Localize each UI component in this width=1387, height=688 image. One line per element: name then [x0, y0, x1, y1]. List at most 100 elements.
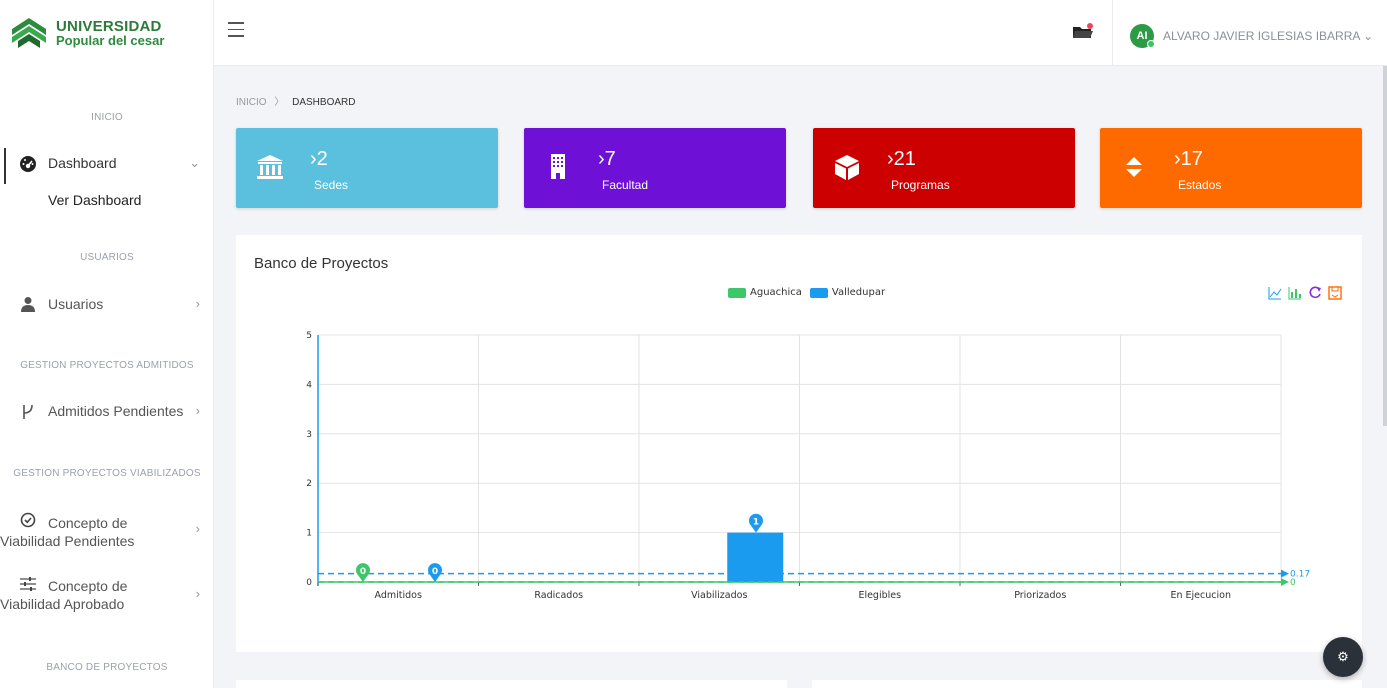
data-marker-label: 0 — [360, 567, 366, 577]
chevron-right-icon: › — [195, 521, 200, 536]
bar-chart-icon[interactable] — [1288, 286, 1302, 300]
data-marker — [428, 563, 442, 582]
average-label: 0 — [1290, 578, 1296, 588]
x-tick-label: Viabilizados — [691, 590, 747, 601]
stat-card-sedes[interactable]: ›2 Sedes — [236, 128, 498, 208]
sidebar: UNIVERSIDAD Popular del cesar INICIO Das… — [0, 0, 214, 688]
settings-fab[interactable]: ⚙ — [1323, 637, 1363, 677]
refresh-icon[interactable] — [1308, 286, 1322, 300]
chevron-right-icon: › — [195, 296, 200, 311]
lower-panel-left — [236, 680, 787, 688]
chevron-right-icon: › — [195, 403, 200, 418]
legend-swatch — [809, 287, 828, 298]
topbar-divider — [1112, 0, 1113, 66]
sidebar-item-label-line2: Viabilidad Aprobado — [0, 596, 125, 612]
building-icon — [551, 154, 565, 179]
chevron-down-icon: ⌄ — [189, 155, 200, 170]
branch-icon — [18, 403, 38, 421]
y-tick-label: 3 — [306, 430, 312, 440]
section-label-admitidos: GESTION PROYECTOS ADMITIDOS — [20, 360, 194, 371]
check-circle-icon — [18, 512, 38, 528]
chart-toolbox — [1268, 286, 1342, 300]
breadcrumb-separator-icon: 〉 — [274, 97, 285, 108]
stat-value: ›2 — [310, 148, 328, 170]
brand-subtitle: Popular del cesar — [56, 33, 165, 48]
legend-label: Valledupar — [831, 287, 886, 298]
sidebar-item-label-line2: Viabilidad Pendientes — [0, 533, 135, 549]
section-label-usuarios: USUARIOS — [80, 252, 134, 263]
legend-swatch — [728, 287, 746, 298]
user-menu[interactable]: ALVARO JAVIER IGLESIAS IBARRA ⌄ — [1163, 29, 1373, 43]
sidebar-item-label: Admitidos Pendientes — [48, 403, 184, 419]
brand-logo[interactable]: UNIVERSIDAD Popular del cesar — [0, 0, 213, 66]
x-tick-label: En Ejecucion — [1171, 590, 1231, 601]
chart-panel: Banco de Proyectos Aguachica Valledupar … — [236, 235, 1362, 652]
legend-label: Aguachica — [750, 287, 802, 298]
stat-value: ›7 — [598, 148, 616, 170]
online-status-dot — [1147, 40, 1155, 48]
sidebar-item-concepto-aprobado[interactable]: Concepto de Viabilidad Aprobado › — [0, 577, 213, 613]
data-marker-label: 1 — [753, 518, 759, 528]
x-tick-label: Priorizados — [1014, 590, 1066, 601]
section-label-banco: BANCO DE PROYECTOS — [46, 662, 168, 673]
user-name: ALVARO JAVIER IGLESIAS IBARRA — [1163, 29, 1360, 43]
stat-value: ›17 — [1174, 148, 1203, 170]
data-marker — [749, 513, 763, 533]
y-tick-label: 2 — [306, 479, 312, 489]
panel-title: Banco de Proyectos — [254, 255, 389, 272]
bank-icon — [257, 155, 283, 179]
legend-item-aguachica[interactable]: Aguachica — [728, 287, 802, 298]
average-arrow — [1281, 569, 1289, 578]
average-arrow — [1281, 578, 1289, 586]
stat-label: Programas — [891, 178, 950, 192]
gear-icon: ⚙ — [1337, 649, 1349, 664]
sidebar-item-label: Ver Dashboard — [48, 192, 142, 208]
university-logo-icon — [12, 18, 46, 48]
chevron-down-icon: ⌄ — [1363, 29, 1374, 43]
box-icon — [835, 155, 859, 180]
stat-label: Sedes — [314, 178, 349, 192]
folder-notification-icon[interactable] — [1072, 22, 1094, 42]
sidebar-item-label-line1: Concepto de — [48, 578, 128, 594]
chart-legend: Aguachica Valledupar — [728, 287, 893, 298]
y-tick-label: 0 — [306, 578, 312, 588]
stat-card-facultad[interactable]: ›7 Facultad — [524, 128, 786, 208]
lower-panel-right — [812, 680, 1362, 688]
chevron-right-icon: › — [195, 586, 200, 601]
x-tick-label: Elegibles — [858, 590, 901, 601]
y-tick-label: 4 — [306, 380, 312, 390]
stat-value: ›21 — [887, 148, 916, 170]
sidebar-item-label: Usuarios — [48, 296, 104, 312]
sidebar-item-label: Dashboard — [48, 155, 117, 171]
scrollbar[interactable] — [1383, 66, 1387, 426]
data-marker-label: 0 — [432, 567, 438, 577]
stat-label: Estados — [1178, 178, 1222, 192]
sidebar-item-usuarios[interactable]: Usuarios › — [0, 296, 213, 312]
stat-label: Facultad — [602, 178, 649, 192]
line-chart-icon[interactable] — [1268, 286, 1282, 300]
sidebar-item-admitidos-pendientes[interactable]: Admitidos Pendientes › — [0, 403, 213, 421]
legend-item-valledupar[interactable]: Valledupar — [809, 287, 886, 298]
bar-valledupar — [727, 532, 784, 582]
dashboard-icon — [18, 155, 38, 173]
sort-icon — [1126, 157, 1142, 177]
user-icon — [18, 296, 38, 312]
x-tick-label: Admitidos — [375, 590, 422, 601]
sliders-icon — [18, 577, 38, 591]
sidebar-item-dashboard[interactable]: Dashboard ⌄ — [0, 155, 213, 173]
y-tick-label: 5 — [306, 331, 312, 341]
brand-title: UNIVERSIDAD — [56, 18, 162, 35]
stat-card-programas[interactable]: ›21 Programas — [813, 128, 1075, 208]
stat-card-estados[interactable]: ›17 Estados — [1100, 128, 1362, 208]
sidebar-subitem-ver-dashboard[interactable]: Ver Dashboard — [0, 192, 213, 208]
section-label-viabilizados: GESTION PROYECTOS VIABILIZADOS — [13, 468, 201, 479]
sidebar-item-label-line1: Concepto de — [48, 515, 128, 531]
breadcrumb-home[interactable]: INICIO — [236, 97, 267, 108]
menu-toggle-icon[interactable] — [228, 22, 244, 42]
save-image-icon[interactable] — [1328, 286, 1342, 300]
y-tick-label: 1 — [306, 529, 312, 539]
sidebar-item-concepto-pendientes[interactable]: Concepto de Viabilidad Pendientes › — [0, 512, 213, 550]
average-label: 0.17 — [1290, 570, 1310, 580]
topbar: AI ALVARO JAVIER IGLESIAS IBARRA ⌄ — [214, 0, 1387, 66]
x-tick-label: Radicados — [534, 590, 583, 601]
